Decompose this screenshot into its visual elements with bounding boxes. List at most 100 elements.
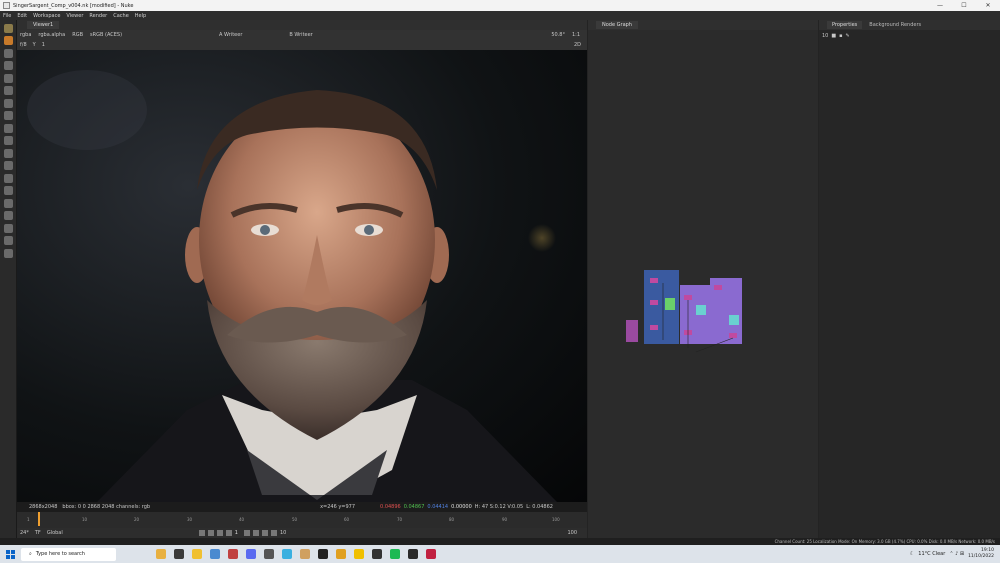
pixel-coords: x=246 y=977 xyxy=(320,504,356,510)
tab-viewer1[interactable]: Viewer1 xyxy=(27,21,60,29)
edit-icon[interactable]: ✎ xyxy=(846,33,850,39)
ratio-value[interactable]: 1:1 xyxy=(572,32,580,38)
tf-dropdown[interactable]: TF xyxy=(35,530,41,536)
menu-file[interactable]: File xyxy=(3,13,11,19)
plugins-tool-icon[interactable] xyxy=(4,248,13,258)
timeline-tick: 90 xyxy=(502,517,508,522)
clear-icon[interactable]: ▪ xyxy=(839,33,842,39)
next-frame-icon[interactable] xyxy=(252,530,259,536)
transform-tool-icon[interactable] xyxy=(4,123,13,133)
next-key-icon[interactable] xyxy=(261,530,268,536)
weather-text[interactable]: 11°C Clear xyxy=(918,551,945,557)
weather-icon[interactable]: ☾ xyxy=(910,551,914,557)
draw-tool-icon[interactable] xyxy=(4,36,13,45)
graph-node xyxy=(729,333,737,338)
app-icon[interactable] xyxy=(282,549,292,559)
timeline-tick: 70 xyxy=(397,517,403,522)
deep-tool-icon[interactable] xyxy=(4,161,13,170)
menu-edit[interactable]: Edit xyxy=(17,13,27,19)
y-value[interactable]: 1 xyxy=(42,42,45,48)
task-view-icon[interactable] xyxy=(174,549,184,559)
channels-dropdown[interactable]: rgba xyxy=(20,32,31,38)
viewer-mode[interactable]: 2D xyxy=(574,42,581,48)
merge-tool-icon[interactable] xyxy=(4,111,13,120)
toolsets-tool-icon[interactable] xyxy=(4,198,13,208)
minimize-button[interactable]: — xyxy=(928,2,952,9)
app-icon[interactable] xyxy=(264,549,274,559)
file-explorer-icon[interactable] xyxy=(192,549,202,559)
taskbar-search[interactable]: ⌕ Type here to search xyxy=(21,547,116,561)
app-icon[interactable] xyxy=(300,549,310,559)
app-icon[interactable] xyxy=(354,549,364,559)
close-button[interactable]: ✕ xyxy=(976,2,1000,9)
furnace-tool-icon[interactable] xyxy=(4,223,13,233)
tab-background-renders[interactable]: Background Renders xyxy=(864,21,926,29)
time-tool-icon[interactable] xyxy=(4,48,13,58)
app-icon[interactable] xyxy=(426,549,436,559)
zoom-value[interactable]: 50.8° xyxy=(551,32,565,38)
play-forward-icon[interactable] xyxy=(243,530,250,536)
input-a-dropdown[interactable]: A Writeer xyxy=(219,32,242,38)
clock[interactable]: 19:10 11/10/2022 xyxy=(968,548,994,560)
keyer-tool-icon[interactable] xyxy=(4,98,13,108)
views-tool-icon[interactable] xyxy=(4,173,13,183)
widgets-icon[interactable] xyxy=(156,549,166,559)
timeline-tick: 40 xyxy=(239,517,245,522)
spotify-icon[interactable] xyxy=(390,549,400,559)
viewer-image[interactable] xyxy=(17,50,587,502)
discord-icon[interactable] xyxy=(246,549,256,559)
menu-viewer[interactable]: Viewer xyxy=(66,13,83,19)
tray-icons[interactable]: ⌃ ♪ ⊞ xyxy=(949,551,964,557)
menu-cache[interactable]: Cache xyxy=(113,13,129,19)
properties-panel: 10 ■ ▪ ✎ xyxy=(819,30,1000,538)
nuke-taskbar-icon[interactable] xyxy=(372,549,382,559)
tab-node-graph[interactable]: Node Graph xyxy=(596,21,638,29)
input-b-dropdown[interactable]: B Writeer xyxy=(289,32,312,38)
current-frame-field[interactable]: 1 xyxy=(235,530,238,536)
play-backward-icon[interactable] xyxy=(225,530,232,536)
colorspace-dropdown[interactable]: sRGB (ACES) xyxy=(90,32,122,38)
browser-icon[interactable] xyxy=(210,549,220,559)
app-icon[interactable] xyxy=(318,549,328,559)
image-tool-icon[interactable] xyxy=(4,23,13,33)
tab-properties[interactable]: Properties xyxy=(827,21,863,29)
menu-render[interactable]: Render xyxy=(89,13,107,19)
end-frame-field[interactable]: 100 xyxy=(567,530,577,536)
range-dropdown[interactable]: Global xyxy=(47,530,63,536)
color-tool-icon[interactable] xyxy=(4,73,13,83)
timeline-tick: 50 xyxy=(292,517,298,522)
prev-key-icon[interactable] xyxy=(207,530,214,536)
display-dropdown[interactable]: RGB xyxy=(72,32,83,38)
timeline-playhead[interactable] xyxy=(38,512,40,526)
cara-tool-icon[interactable] xyxy=(4,236,13,245)
title-bar: SingerSargent_Comp_v004.nk [modified] - … xyxy=(0,0,1000,11)
windows-start-icon[interactable] xyxy=(6,549,15,559)
menu-help[interactable]: Help xyxy=(135,13,146,19)
graph-node xyxy=(729,315,739,325)
filter-tool-icon[interactable] xyxy=(4,86,13,95)
max-panels-field[interactable]: 10 xyxy=(822,33,828,39)
frame-prefix[interactable]: f/8 xyxy=(20,42,27,48)
last-frame-icon[interactable] xyxy=(270,530,277,536)
timeline-tick: 20 xyxy=(134,517,140,522)
node-graph-canvas[interactable] xyxy=(588,30,818,538)
timeline-tick: 30 xyxy=(187,517,193,522)
menu-workspace[interactable]: Workspace xyxy=(33,13,60,19)
channel-tool-icon[interactable] xyxy=(4,61,13,70)
particles-tool-icon[interactable] xyxy=(4,148,13,158)
maximize-button[interactable]: ☐ xyxy=(952,2,976,9)
prev-frame-icon[interactable] xyxy=(216,530,223,536)
fps-dropdown[interactable]: 24* xyxy=(20,530,29,536)
timeline[interactable]: 1 10 20 30 40 50 60 70 80 90 100 xyxy=(17,512,587,528)
metadata-tool-icon[interactable] xyxy=(4,186,13,195)
taskbar-apps xyxy=(156,549,444,559)
first-frame-icon[interactable] xyxy=(198,530,205,536)
step-field[interactable]: 10 xyxy=(280,530,286,536)
app-icon[interactable] xyxy=(408,549,418,559)
alpha-dropdown[interactable]: rgba.alpha xyxy=(38,32,65,38)
3d-tool-icon[interactable] xyxy=(4,136,13,145)
app-icon[interactable] xyxy=(336,549,346,559)
other-tool-icon[interactable] xyxy=(4,211,13,220)
chrome-icon[interactable] xyxy=(228,549,238,559)
lock-icon[interactable]: ■ xyxy=(831,33,836,39)
